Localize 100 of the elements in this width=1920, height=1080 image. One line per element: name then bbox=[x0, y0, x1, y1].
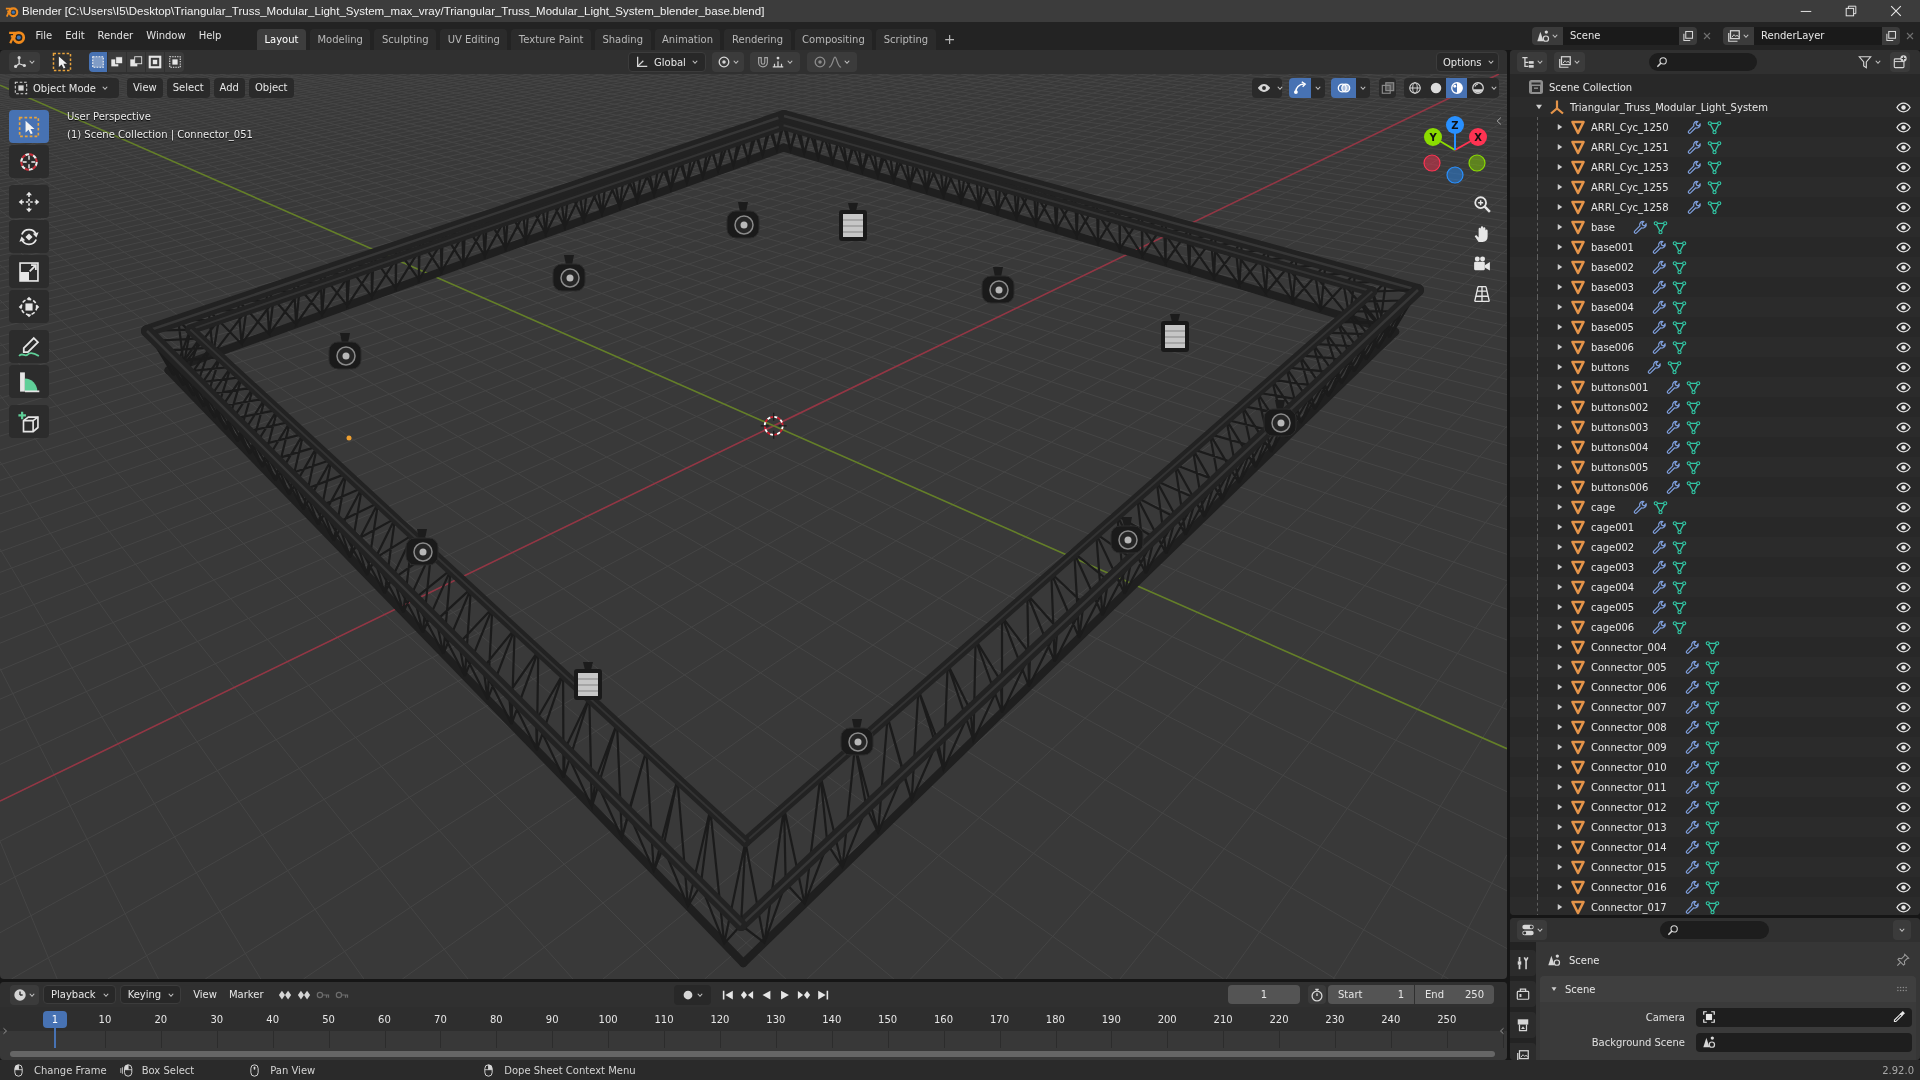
vertex-triangle-icon[interactable] bbox=[1652, 219, 1668, 235]
wrench-icon[interactable] bbox=[1666, 439, 1682, 455]
vertex-triangle-icon[interactable] bbox=[1686, 459, 1702, 475]
vertex-triangle-icon[interactable] bbox=[1671, 259, 1687, 275]
menu-button[interactable]: View bbox=[127, 78, 163, 98]
scrollbar[interactable] bbox=[10, 1051, 1495, 1057]
wrench-icon[interactable] bbox=[1686, 139, 1702, 155]
vertex-triangle-icon[interactable] bbox=[1672, 579, 1688, 595]
negative-axis-icon[interactable] bbox=[1468, 154, 1486, 172]
collection-name[interactable]: Triangular_Truss_Modular_Light_System bbox=[1570, 101, 1768, 113]
workspace-tab[interactable]: Shading bbox=[594, 29, 651, 50]
vertex-triangle-icon[interactable] bbox=[1672, 599, 1688, 615]
wrench-icon[interactable] bbox=[1666, 459, 1682, 475]
vertex-triangle-icon[interactable] bbox=[1706, 139, 1722, 155]
wrench-icon[interactable] bbox=[1652, 539, 1668, 555]
xray-toggle-button[interactable] bbox=[1379, 78, 1396, 98]
vertex-triangle-icon[interactable] bbox=[1704, 899, 1720, 915]
tool-button[interactable] bbox=[9, 145, 49, 178]
scene-name-field[interactable]: Scene bbox=[1563, 27, 1679, 45]
mode-dropdown[interactable]: Object Mode bbox=[9, 78, 119, 98]
wrench-icon[interactable] bbox=[1684, 799, 1700, 815]
overlays-options-button[interactable] bbox=[1356, 78, 1370, 98]
object-name[interactable]: base006 bbox=[1591, 341, 1634, 353]
orientation-dropdown[interactable]: Global bbox=[628, 52, 706, 72]
vertex-triangle-icon[interactable] bbox=[1706, 159, 1722, 175]
tool-button[interactable] bbox=[9, 290, 49, 323]
tool-button[interactable] bbox=[9, 185, 49, 218]
object-name[interactable]: base004 bbox=[1591, 301, 1634, 313]
wrench-icon[interactable] bbox=[1651, 279, 1667, 295]
properties-tab[interactable] bbox=[1510, 1012, 1536, 1038]
workspace-tab[interactable]: Compositing bbox=[794, 29, 873, 50]
object-name[interactable]: Connector_004 bbox=[1591, 641, 1667, 653]
vertex-triangle-icon[interactable] bbox=[1704, 759, 1720, 775]
restore-icon[interactable] bbox=[1844, 4, 1858, 18]
wrench-icon[interactable] bbox=[1647, 359, 1663, 375]
proportional-editing-button[interactable] bbox=[807, 52, 857, 72]
object-name[interactable]: Connector_007 bbox=[1591, 701, 1667, 713]
object-name[interactable]: base003 bbox=[1591, 281, 1634, 293]
object-name[interactable]: Connector_017 bbox=[1591, 901, 1667, 913]
vertex-triangle-icon[interactable] bbox=[1704, 679, 1720, 695]
selection-mode-button[interactable] bbox=[89, 52, 108, 72]
tool-button[interactable] bbox=[9, 405, 49, 438]
panel-header[interactable]: Scene bbox=[1540, 976, 1916, 1002]
shading-mode-button[interactable] bbox=[1446, 78, 1467, 98]
wrench-icon[interactable] bbox=[1686, 119, 1702, 135]
editor-type-button[interactable] bbox=[1517, 52, 1547, 72]
selection-mode-button[interactable] bbox=[146, 52, 165, 72]
outliner-row[interactable]: Scene Collection bbox=[1510, 77, 1920, 97]
selection-mode-button[interactable] bbox=[127, 52, 146, 72]
workspace-tab[interactable]: Animation bbox=[654, 29, 721, 50]
wrench-icon[interactable] bbox=[1666, 479, 1682, 495]
vertex-triangle-icon[interactable] bbox=[1686, 379, 1702, 395]
object-name[interactable]: Connector_010 bbox=[1591, 761, 1667, 773]
add-workspace-button[interactable]: + bbox=[939, 29, 960, 50]
vertex-triangle-icon[interactable] bbox=[1706, 179, 1722, 195]
wrench-icon[interactable] bbox=[1633, 499, 1649, 515]
wrench-icon[interactable] bbox=[1686, 179, 1702, 195]
record-button[interactable] bbox=[674, 984, 711, 1005]
vertex-triangle-icon[interactable] bbox=[1704, 839, 1720, 855]
wrench-icon[interactable] bbox=[1684, 679, 1700, 695]
object-name[interactable]: buttons005 bbox=[1591, 461, 1649, 473]
menu-item[interactable]: Render bbox=[91, 26, 140, 46]
object-name[interactable]: base001 bbox=[1591, 241, 1634, 253]
tool-button[interactable] bbox=[9, 255, 49, 288]
object-name[interactable]: Connector_006 bbox=[1591, 681, 1667, 693]
vertex-triangle-icon[interactable] bbox=[1686, 399, 1702, 415]
wrench-icon[interactable] bbox=[1684, 639, 1700, 655]
vertex-triangle-icon[interactable] bbox=[1667, 359, 1683, 375]
snap-button[interactable] bbox=[750, 52, 800, 72]
object-name[interactable]: buttons bbox=[1591, 361, 1630, 373]
camera-icon[interactable] bbox=[1473, 255, 1491, 273]
menu-button[interactable]: View bbox=[193, 989, 217, 1000]
object-name[interactable]: Connector_013 bbox=[1591, 821, 1667, 833]
object-name[interactable]: Connector_009 bbox=[1591, 741, 1667, 753]
menu-item[interactable]: Help bbox=[192, 26, 228, 46]
background-scene-field[interactable] bbox=[1696, 1032, 1912, 1052]
object-name[interactable]: ARRI_Cyc_1250 bbox=[1591, 121, 1669, 133]
wrench-icon[interactable] bbox=[1686, 159, 1702, 175]
scene-browse-button[interactable] bbox=[1532, 27, 1563, 45]
object-name[interactable]: buttons004 bbox=[1591, 441, 1649, 453]
search-field[interactable] bbox=[1660, 921, 1769, 939]
vertex-triangle-icon[interactable] bbox=[1704, 859, 1720, 875]
vertex-triangle-icon[interactable] bbox=[1671, 239, 1687, 255]
object-name[interactable]: buttons003 bbox=[1591, 421, 1649, 433]
vertex-triangle-icon[interactable] bbox=[1671, 279, 1687, 295]
editor-type-button[interactable] bbox=[10, 984, 39, 1005]
vertex-triangle-icon[interactable] bbox=[1672, 619, 1688, 635]
wrench-icon[interactable] bbox=[1652, 599, 1668, 615]
wrench-icon[interactable] bbox=[1652, 619, 1668, 635]
wrench-icon[interactable] bbox=[1684, 879, 1700, 895]
object-name[interactable]: buttons001 bbox=[1591, 381, 1649, 393]
vertex-triangle-icon[interactable] bbox=[1671, 319, 1687, 335]
wrench-icon[interactable] bbox=[1652, 559, 1668, 575]
shading-mode-button[interactable] bbox=[1404, 78, 1425, 98]
workspace-tab[interactable]: Layout bbox=[256, 29, 306, 50]
axis-handle[interactable] bbox=[1424, 128, 1442, 146]
object-name[interactable]: Connector_016 bbox=[1591, 881, 1667, 893]
vertex-triangle-icon[interactable] bbox=[1706, 199, 1722, 215]
editor-type-button[interactable] bbox=[9, 52, 40, 72]
scene-cursor-icon[interactable] bbox=[760, 412, 788, 440]
